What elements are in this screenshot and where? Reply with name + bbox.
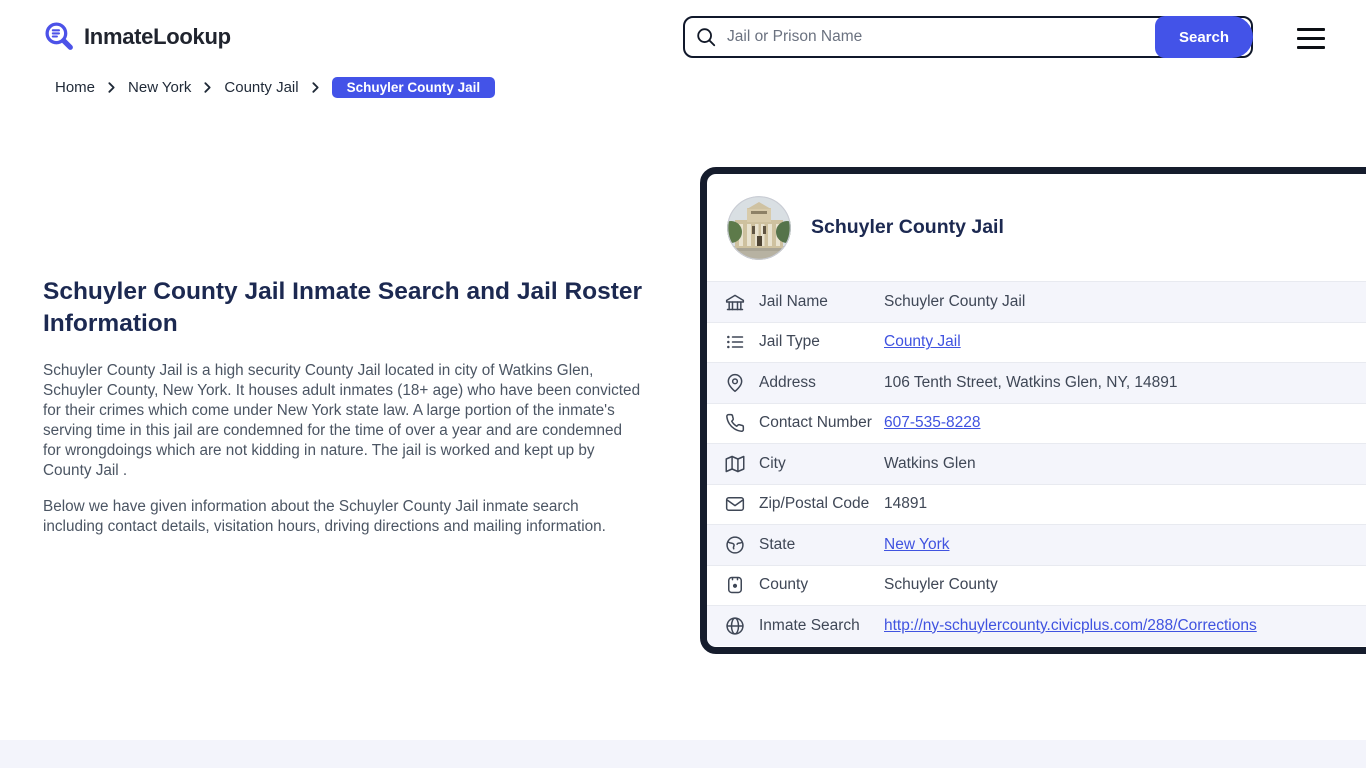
card-header: Schuyler County Jail <box>707 174 1366 281</box>
footer-strip <box>0 740 1366 768</box>
row-label: County <box>759 576 809 594</box>
row-label: City <box>759 454 786 472</box>
row-value: Schuyler County Jail <box>884 292 1026 310</box>
table-row: Jail Type County Jail <box>707 321 1366 363</box>
page-title: Schuyler County Jail Inmate Search and J… <box>43 278 643 337</box>
breadcrumb: Home New York County Jail Schuyler Count… <box>55 77 496 98</box>
row-value-link[interactable]: 607-535-8228 <box>884 414 981 432</box>
row-value: 106 Tenth Street, Watkins Glen, NY, 1489… <box>884 373 1178 391</box>
table-row: City Watkins Glen <box>707 443 1366 484</box>
magnifier-logo-icon <box>43 20 76 53</box>
search-icon <box>695 26 717 48</box>
jail-info-card: Schuyler County Jail Jail Name Schuyler C… <box>700 167 1366 654</box>
row-value-link[interactable]: New York <box>884 536 949 554</box>
breadcrumb-home[interactable]: Home <box>55 79 95 96</box>
chevron-right-icon <box>201 81 214 94</box>
map-pin-icon <box>725 373 745 393</box>
table-row: Inmate Search http://ny-schuylercounty.ci… <box>707 605 1366 646</box>
row-value-link[interactable]: http://ny-schuylercounty.civicplus.com/2… <box>884 617 1257 635</box>
table-row: County Schuyler County <box>707 564 1366 606</box>
table-row: Zip/Postal Code 14891 <box>707 483 1366 525</box>
table-row: Contact Number 607-535-8228 <box>707 402 1366 444</box>
chevron-right-icon <box>309 81 322 94</box>
breadcrumb-current-badge: Schuyler County Jail <box>331 77 496 98</box>
row-label: State <box>759 535 796 553</box>
mail-icon <box>725 494 745 514</box>
row-label: Address <box>759 373 816 391</box>
row-label: Inmate Search <box>759 616 860 634</box>
row-label: Zip/Postal Code <box>759 495 870 513</box>
globe-icon <box>725 535 745 555</box>
menu-hamburger-icon[interactable] <box>1297 28 1325 49</box>
chevron-right-icon <box>105 81 118 94</box>
row-label: Jail Name <box>759 292 828 310</box>
row-label: Contact Number <box>759 414 872 432</box>
table-row: Address 106 Tenth Street, Watkins Glen, N… <box>707 362 1366 403</box>
phone-icon <box>725 413 745 433</box>
row-value-link[interactable]: County Jail <box>884 333 961 351</box>
breadcrumb-state[interactable]: New York <box>128 79 191 96</box>
row-label: Jail Type <box>759 333 820 351</box>
article-intro: Schuyler County Jail Inmate Search and J… <box>43 276 643 553</box>
intro-paragraph: Below we have given information about th… <box>43 498 606 535</box>
intro-paragraph: Schuyler County Jail is a high security … <box>43 362 641 479</box>
table-row: State New York <box>707 524 1366 565</box>
list-icon <box>725 332 745 352</box>
jail-info-table: Jail Name Schuyler County Jail Jail Type Co… <box>707 281 1366 646</box>
brand-logo[interactable]: InmateLookup <box>43 20 231 53</box>
jail-card-title: Schuyler County Jail <box>811 216 1004 238</box>
row-value: Watkins Glen <box>884 454 976 472</box>
county-map-icon <box>725 575 745 595</box>
search-bar: Search <box>683 16 1253 58</box>
brand-name: InmateLookup <box>84 23 231 49</box>
table-row: Jail Name Schuyler County Jail <box>707 281 1366 322</box>
bank-icon <box>725 292 745 312</box>
row-value: Schuyler County <box>884 576 998 594</box>
breadcrumb-jail-type[interactable]: County Jail <box>224 79 298 96</box>
web-globe-icon <box>725 616 745 636</box>
row-value: 14891 <box>884 495 928 513</box>
map-icon <box>725 454 745 474</box>
jail-building-photo <box>727 195 791 260</box>
search-button[interactable]: Search <box>1155 16 1253 58</box>
